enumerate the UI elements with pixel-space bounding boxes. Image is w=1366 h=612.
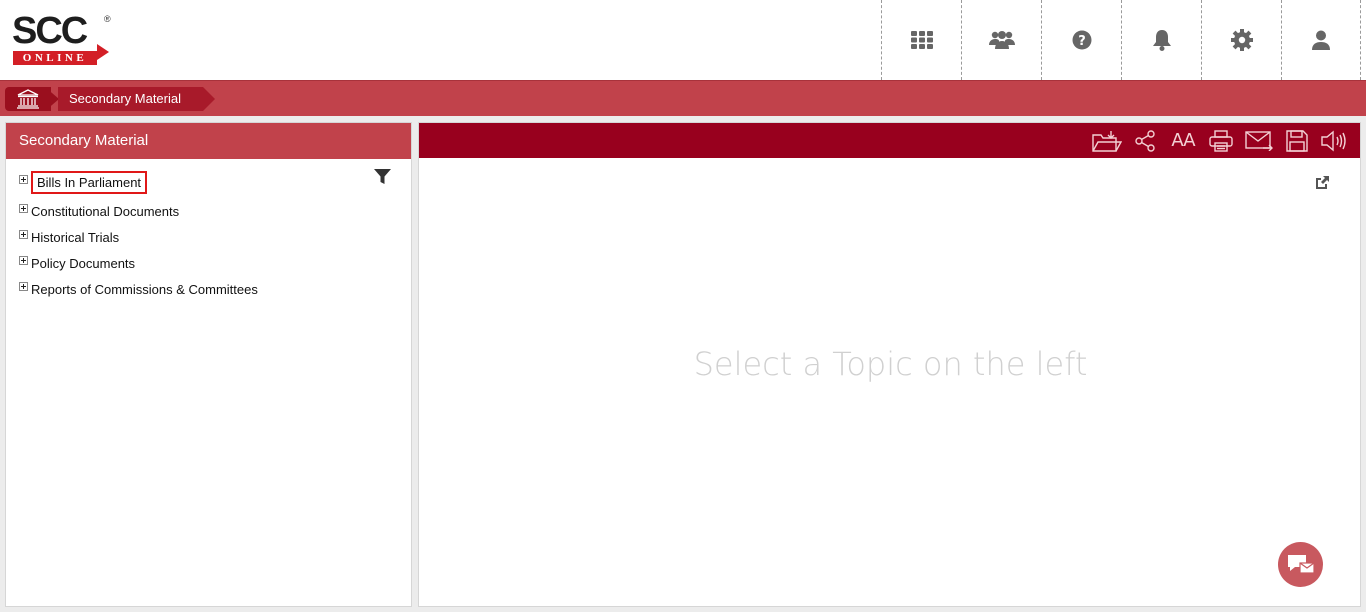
settings-button[interactable] <box>1201 0 1281 80</box>
font-size-icon: AA <box>1171 130 1195 151</box>
chat-icon <box>1287 554 1315 574</box>
breadcrumb: Secondary Material <box>0 80 1366 116</box>
logo-flag <box>97 44 109 60</box>
logo-subtext: ONLINE <box>13 51 97 65</box>
users-icon <box>988 31 1015 49</box>
printer-icon <box>1209 129 1233 152</box>
share-button[interactable] <box>1126 123 1164 158</box>
bell-icon <box>1152 30 1171 51</box>
empty-state-message: Select a Topic on the left <box>693 345 1088 383</box>
read-aloud-button[interactable] <box>1316 123 1354 158</box>
folder-download-icon <box>1092 130 1122 152</box>
svg-text:?: ? <box>1078 34 1086 49</box>
tree-item-policy-documents[interactable]: Policy Documents <box>6 250 411 276</box>
gear-icon <box>1230 29 1253 51</box>
scc-online-logo[interactable]: SCC ® ONLINE <box>12 10 112 66</box>
save-button[interactable] <box>1278 123 1316 158</box>
breadcrumb-current[interactable]: Secondary Material <box>58 87 203 111</box>
document-toolbar: AA <box>419 123 1360 158</box>
tree-item-label: Constitutional Documents <box>31 203 180 219</box>
tree-item-historical-trials[interactable]: Historical Trials <box>6 224 411 250</box>
speaker-icon <box>1321 130 1346 151</box>
help-icon: ? <box>1072 30 1091 50</box>
profile-button[interactable] <box>1281 0 1361 80</box>
logo-registered-mark: ® <box>104 14 111 24</box>
email-icon <box>1245 130 1273 151</box>
apps-grid-icon <box>910 31 933 49</box>
print-button[interactable] <box>1202 123 1240 158</box>
expand-icon[interactable] <box>19 203 28 213</box>
topic-tree: Bills In Parliament Constitutional Docum… <box>6 159 411 302</box>
top-header: SCC ® ONLINE ? <box>0 0 1366 80</box>
user-icon <box>1312 30 1330 50</box>
font-size-button[interactable]: AA <box>1164 123 1202 158</box>
tree-item-label: Reports of Commissions & Committees <box>31 281 258 297</box>
save-icon <box>1286 129 1308 152</box>
expand-icon[interactable] <box>19 229 28 239</box>
apps-button[interactable] <box>881 0 961 80</box>
panel-title: Secondary Material <box>6 123 411 159</box>
tree-item-reports-of-commissions[interactable]: Reports of Commissions & Committees <box>6 276 411 302</box>
document-panel: AA Select a Topic on the left <box>418 122 1361 607</box>
open-folder-button[interactable] <box>1088 123 1126 158</box>
popout-icon[interactable] <box>1314 175 1330 191</box>
tree-item-label: Bills In Parliament <box>31 170 148 194</box>
help-button[interactable]: ? <box>1041 0 1121 80</box>
expand-icon[interactable] <box>19 255 28 265</box>
topic-tree-panel: Secondary Material Bills In Parliament C… <box>5 122 412 607</box>
institution-icon <box>17 89 39 109</box>
users-button[interactable] <box>961 0 1041 80</box>
tree-item-constitutional-documents[interactable]: Constitutional Documents <box>6 198 411 224</box>
expand-icon[interactable] <box>19 174 28 184</box>
email-button[interactable] <box>1240 123 1278 158</box>
share-icon <box>1135 129 1155 152</box>
filter-icon[interactable] <box>374 169 391 185</box>
tree-item-bills-in-parliament[interactable]: Bills In Parliament <box>6 166 411 198</box>
notifications-button[interactable] <box>1121 0 1201 80</box>
tree-item-label: Policy Documents <box>31 255 136 271</box>
breadcrumb-end-arrow <box>203 87 215 111</box>
tree-item-label: Historical Trials <box>31 229 120 245</box>
chat-button[interactable] <box>1278 542 1323 587</box>
logo-text: SCC <box>12 10 88 52</box>
header-toolbar: ? <box>881 0 1361 80</box>
expand-icon[interactable] <box>19 281 28 291</box>
breadcrumb-separator <box>45 87 59 111</box>
